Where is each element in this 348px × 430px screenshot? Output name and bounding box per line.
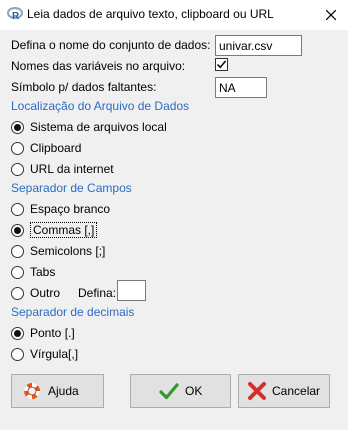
window-title: Leia dados de arquivo texto, clipboard o… [27,7,274,21]
radio-sep-other[interactable]: Outro [11,285,60,301]
radio-location-local[interactable]: Sistema de arquivos local [11,119,167,135]
varnames-checkbox[interactable] [215,58,228,71]
varnames-label: Nomes das variáveis no arquivo: [11,59,186,73]
radio-label: Vírgula[,] [30,347,79,361]
radio-label: Commas [,] [30,222,98,238]
title-bar[interactable]: R Leia dados de arquivo texto, clipboard… [0,0,348,30]
missing-symbol-input[interactable]: NA [215,77,267,98]
radio-button[interactable] [11,120,24,134]
field-separator-heading: Separador de Campos [11,181,132,195]
radio-sep-semicolons[interactable]: Semicolons [;] [11,243,105,259]
cancel-button[interactable]: Cancelar [238,374,330,408]
location-heading: Localização do Arquivo de Dados [11,99,190,113]
radio-button[interactable] [11,347,24,361]
radio-button[interactable] [11,286,24,300]
radio-sep-tabs[interactable]: Tabs [11,264,55,280]
radio-label: Outro [30,286,61,300]
radio-label: Semicolons [;] [30,244,106,258]
lifebuoy-icon [23,383,40,399]
radio-label: Tabs [30,265,56,279]
help-button[interactable]: Ajuda [11,374,104,408]
missing-symbol-label: Símbolo p/ dados faltantes: [11,80,157,94]
checkmark-icon [216,60,227,69]
dataset-name-label: Defina o nome do conjunto de dados: [11,38,211,52]
checkmark-icon [159,383,179,400]
radio-label: Sistema de arquivos local [30,120,167,134]
close-icon [326,10,336,20]
radio-sep-whitespace[interactable]: Espaço branco [11,201,110,217]
ok-button[interactable]: OK [130,374,231,408]
radio-button[interactable] [11,223,24,237]
help-button-label: Ajuda [48,384,79,398]
radio-label: Ponto [.] [30,326,75,340]
radio-button[interactable] [11,326,24,340]
radio-location-clipboard[interactable]: Clipboard [11,140,81,156]
r-logo-icon: R [7,7,23,22]
decimal-separator-heading: Separador de decimais [11,305,135,319]
radio-decimal-comma[interactable]: Vírgula[,] [11,346,78,362]
radio-button[interactable] [11,244,24,258]
dataset-name-input[interactable]: univar.csv [215,35,302,56]
radio-sep-commas[interactable]: Commas [,] [11,222,98,238]
red-x-icon [248,382,266,400]
dialog-body: Defina o nome do conjunto de dados: univ… [0,30,348,430]
other-separator-label: Defina: [78,286,117,300]
radio-button[interactable] [11,202,24,216]
radio-decimal-point[interactable]: Ponto [.] [11,325,75,341]
other-separator-input[interactable] [117,280,146,301]
close-button[interactable] [314,0,348,30]
radio-label: Espaço branco [30,202,111,216]
radio-button[interactable] [11,141,24,155]
ok-button-label: OK [185,384,203,398]
radio-label: Clipboard [30,141,82,155]
radio-location-url[interactable]: URL da internet [11,161,114,177]
radio-button[interactable] [11,162,24,176]
radio-button[interactable] [11,265,24,279]
cancel-button-label: Cancelar [272,384,321,398]
radio-label: URL da internet [30,162,114,176]
svg-text:R: R [12,11,20,22]
